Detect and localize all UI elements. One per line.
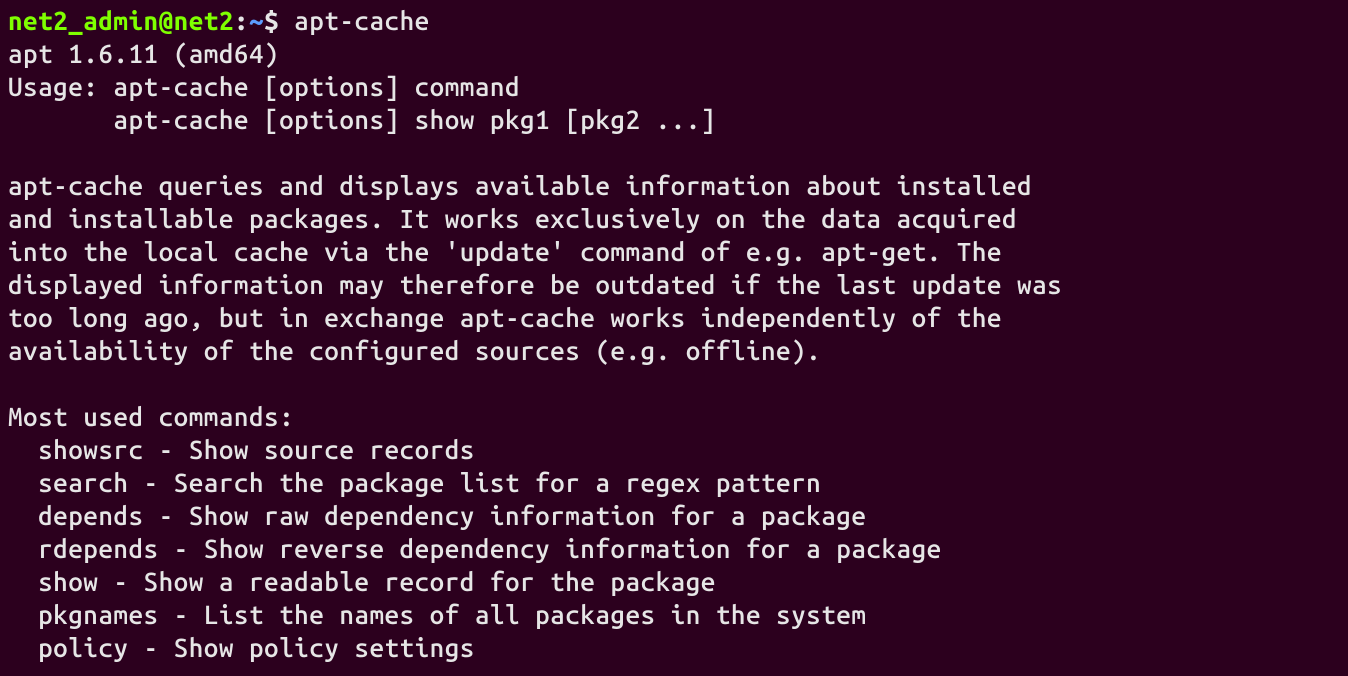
prompt-user: net2_admin@net2 (8, 6, 234, 35)
output-desc-6: availability of the configured sources (… (8, 336, 821, 365)
output-desc-5: too long ago, but in exchange apt-cache … (8, 303, 1002, 332)
typed-command: apt-cache (294, 6, 430, 35)
output-usage-2: apt-cache [options] show pkg1 [pkg2 ...] (8, 105, 716, 134)
output-cmd-pkgnames: pkgnames - List the names of all package… (8, 600, 866, 629)
prompt-line: net2_admin@net2:~$ apt-cache (8, 6, 430, 35)
output-cmd-policy: policy - Show policy settings (8, 633, 475, 662)
output-desc-1: apt-cache queries and displays available… (8, 171, 1032, 200)
output-cmd-showsrc: showsrc - Show source records (8, 435, 475, 464)
prompt-dollar: $ (264, 6, 294, 35)
output-most-used-header: Most used commands: (8, 402, 294, 431)
output-usage-1: Usage: apt-cache [options] command (8, 72, 520, 101)
terminal-window[interactable]: net2_admin@net2:~$ apt-cache apt 1.6.11 … (0, 0, 1348, 668)
output-desc-2: and installable packages. It works exclu… (8, 204, 1017, 233)
output-version: apt 1.6.11 (amd64) (8, 39, 279, 68)
output-cmd-search: search - Search the package list for a r… (8, 468, 821, 497)
output-cmd-show: show - Show a readable record for the pa… (8, 567, 716, 596)
prompt-path: ~ (249, 6, 264, 35)
prompt-sep: : (234, 6, 249, 35)
output-cmd-rdepends: rdepends - Show reverse dependency infor… (8, 534, 942, 563)
output-desc-4: displayed information may therefore be o… (8, 270, 1062, 299)
output-cmd-depends: depends - Show raw dependency informatio… (8, 501, 866, 530)
output-desc-3: into the local cache via the 'update' co… (8, 237, 1002, 266)
